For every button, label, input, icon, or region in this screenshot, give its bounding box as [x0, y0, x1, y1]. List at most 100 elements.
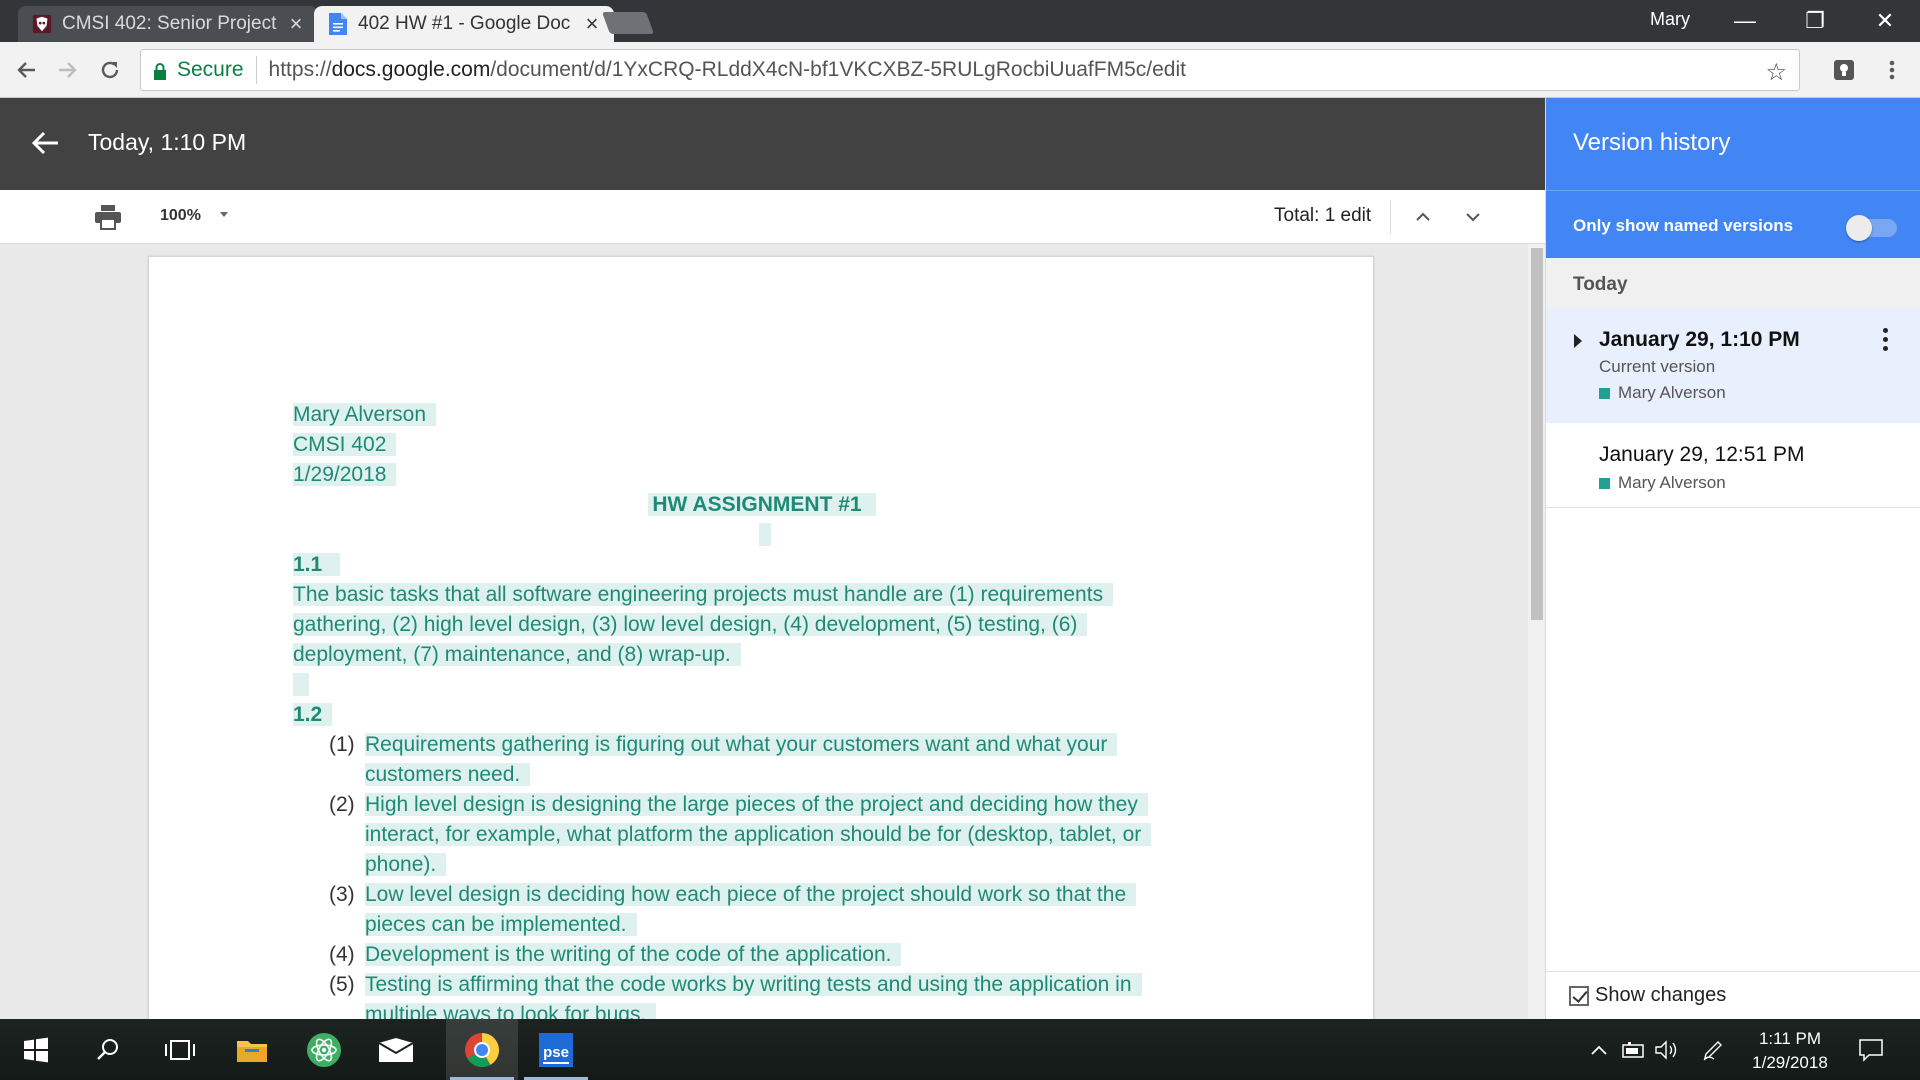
- paragraph-line: gathering, (2) high level design, (3) lo…: [293, 610, 1088, 640]
- chrome-icon[interactable]: [446, 1019, 518, 1080]
- toggle-knob[interactable]: [1846, 215, 1872, 241]
- version-date: January 29, 12:51 PM: [1599, 443, 1805, 466]
- list-item-line: Development is the writing of the code o…: [365, 940, 902, 970]
- chevron-up-icon[interactable]: [1584, 1036, 1614, 1064]
- list-item-line: High level design is designing the large…: [365, 790, 1148, 820]
- lmu-lion-icon: [32, 13, 52, 35]
- document-page[interactable]: Mary Alverson CMSI 402 1/29/2018 HW ASSI…: [148, 256, 1374, 1019]
- list-number: (4): [329, 943, 355, 966]
- lock-icon: [153, 62, 167, 80]
- section-1-2-title: 1.2: [293, 700, 333, 730]
- version-date: January 29, 1:10 PM: [1599, 328, 1800, 351]
- author-color-swatch: [1599, 387, 1610, 399]
- list-item-line: customers need.: [365, 760, 531, 790]
- tab-title: 402 HW #1 - Google Doc: [358, 13, 571, 34]
- author-name: Mary Alverson: [1618, 473, 1726, 492]
- close-window-icon[interactable]: ✕: [1850, 0, 1920, 42]
- author-name: Mary Alverson: [1618, 383, 1726, 402]
- url-text: https://docs.google.com/document/d/1YxCR…: [257, 58, 1186, 82]
- browser-tab-strip: CMSI 402: Senior Project × 402 HW #1 - G…: [0, 0, 1920, 42]
- next-edit-icon[interactable]: [1460, 204, 1486, 230]
- named-versions-label: Only show named versions: [1573, 216, 1794, 235]
- back-arrow-icon[interactable]: [28, 126, 62, 160]
- tab-402-hw-1[interactable]: 402 HW #1 - Google Doc ×: [314, 6, 614, 42]
- more-options-icon[interactable]: [1879, 328, 1891, 356]
- section-1-1-title: 1.1: [293, 550, 341, 580]
- close-tab-icon[interactable]: ×: [582, 11, 602, 37]
- atom-icon[interactable]: [288, 1019, 360, 1080]
- course-line: CMSI 402: [293, 430, 397, 460]
- task-view-icon[interactable]: [144, 1019, 216, 1080]
- bookmark-star-icon[interactable]: ☆: [1765, 58, 1787, 87]
- version-history-header: Version history: [1546, 98, 1920, 190]
- author-line: Mary Alverson: [293, 400, 437, 430]
- restore-icon[interactable]: ❐: [1780, 0, 1850, 42]
- named-versions-filter: Only show named versions: [1546, 190, 1920, 258]
- previous-edit-icon[interactable]: [1410, 204, 1436, 230]
- list-item-line: pieces can be implemented.: [365, 910, 637, 940]
- windows-start-icon[interactable]: [0, 1019, 72, 1080]
- expand-triangle-icon[interactable]: [1574, 334, 1582, 348]
- show-changes-checkbox[interactable]: [1569, 986, 1589, 1006]
- zoom-select[interactable]: 100%: [160, 207, 201, 225]
- list-item-line: Low level design is deciding how each pi…: [365, 880, 1137, 910]
- url-scheme: https://: [268, 58, 332, 81]
- extension-button[interactable]: [1826, 52, 1862, 88]
- paragraph-line: The basic tasks that all software engine…: [293, 580, 1114, 610]
- mail-icon[interactable]: [360, 1019, 432, 1080]
- version-title: Today, 1:10 PM: [88, 129, 247, 155]
- forward-button[interactable]: [50, 52, 86, 88]
- version-author: Mary Alverson: [1599, 383, 1726, 403]
- pen-icon[interactable]: [1698, 1036, 1728, 1064]
- file-explorer-icon[interactable]: [216, 1019, 288, 1080]
- pse-label: pse: [543, 1044, 569, 1064]
- back-arrow-icon: [17, 62, 35, 78]
- reload-button[interactable]: [92, 52, 128, 88]
- browser-toolbar: Secure https://docs.google.com/document/…: [0, 42, 1920, 98]
- clock-time: 1:11 PM: [1758, 1029, 1822, 1048]
- clock-date: 1/29/2018: [1752, 1053, 1828, 1072]
- version-entry[interactable]: January 29, 12:51 PM Mary Alverson: [1546, 423, 1920, 508]
- reload-icon: [101, 61, 119, 79]
- kebab-menu-icon: [1889, 60, 1895, 80]
- list-number: (5): [329, 973, 355, 996]
- show-changes-label[interactable]: Show changes: [1595, 984, 1726, 1007]
- new-tab-button[interactable]: [601, 12, 655, 34]
- taskbar-clock[interactable]: 1:11 PM 1/29/2018: [1730, 1027, 1850, 1075]
- version-group-header: Today: [1546, 258, 1920, 308]
- volume-icon[interactable]: [1652, 1036, 1682, 1064]
- browser-menu-button[interactable]: [1874, 52, 1910, 88]
- tab-title: CMSI 402: Senior Project: [62, 13, 277, 34]
- assignment-heading: HW ASSIGNMENT #1: [149, 490, 1373, 520]
- scrollbar-thumb[interactable]: [1531, 248, 1543, 620]
- battery-icon[interactable]: [1618, 1036, 1648, 1064]
- blank-line-marker: [293, 670, 309, 700]
- back-button[interactable]: [8, 52, 44, 88]
- blank-line-marker: [759, 520, 771, 550]
- keep-extension-icon: [1834, 60, 1854, 80]
- phpstorm-icon[interactable]: pse: [520, 1019, 592, 1080]
- tab-cmsi-402[interactable]: CMSI 402: Senior Project ×: [18, 6, 318, 42]
- list-item-line: Testing is affirming that the code works…: [365, 970, 1142, 1000]
- version-history-title: Version history: [1573, 129, 1731, 156]
- url-path: /document/d/1YxCRQ-RLddX4cN-bf1VKCXBZ-5R…: [490, 58, 1186, 81]
- secure-indicator[interactable]: Secure: [141, 56, 257, 84]
- list-number: (2): [329, 793, 355, 816]
- author-color-swatch: [1599, 477, 1610, 489]
- close-tab-icon[interactable]: ×: [286, 11, 306, 37]
- windows-taskbar: pse 1:11 PM 1/29/2018: [0, 1019, 1920, 1080]
- profile-name[interactable]: Mary: [1650, 9, 1690, 30]
- address-bar[interactable]: Secure https://docs.google.com/document/…: [140, 49, 1800, 91]
- document-canvas[interactable]: Mary Alverson CMSI 402 1/29/2018 HW ASSI…: [0, 244, 1545, 1019]
- print-icon[interactable]: [94, 204, 122, 230]
- list-item-line: phone).: [365, 850, 447, 880]
- forward-arrow-icon: [59, 62, 77, 78]
- list-item-line: Requirements gathering is figuring out w…: [365, 730, 1118, 760]
- minimize-icon[interactable]: —: [1710, 0, 1780, 42]
- chevron-down-icon[interactable]: [220, 212, 228, 217]
- list-number: (1): [329, 733, 355, 756]
- version-entry-current[interactable]: January 29, 1:10 PM Current version Mary…: [1546, 308, 1920, 423]
- list-item-line: multiple ways to look for bugs.: [365, 1000, 657, 1019]
- search-icon[interactable]: [72, 1019, 144, 1080]
- action-center-icon[interactable]: [1856, 1036, 1886, 1064]
